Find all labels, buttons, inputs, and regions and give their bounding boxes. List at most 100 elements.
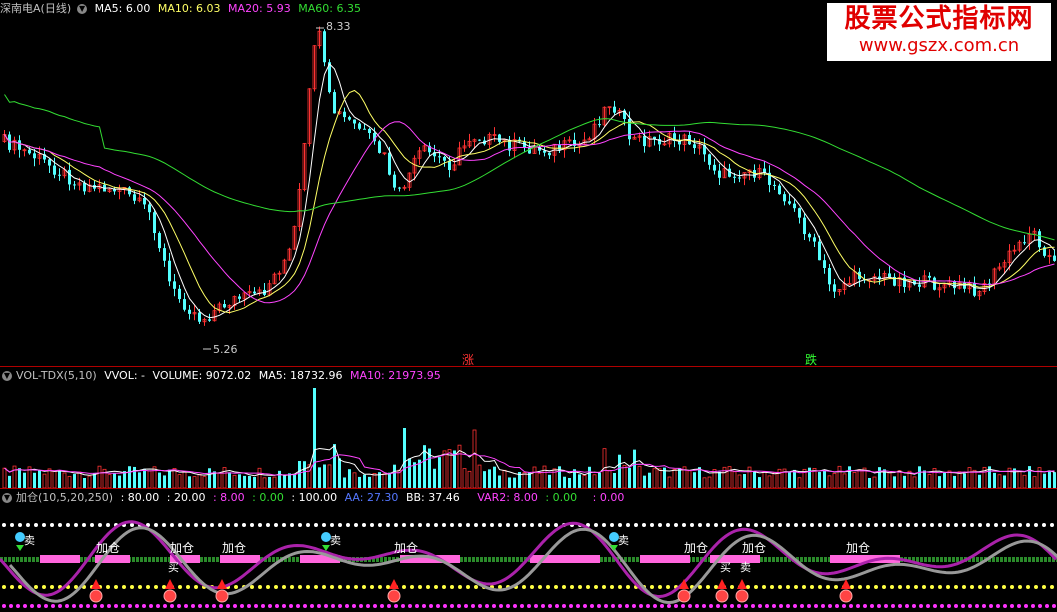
volume-bar: [857, 469, 862, 488]
white-dot: [162, 523, 166, 527]
white-dot: [834, 523, 838, 527]
magenta-dot: [618, 604, 622, 608]
white-dot: [706, 523, 710, 527]
white-dot: [522, 523, 526, 527]
indicator-pane[interactable]: ▼ 加仓(10,5,20,250) : 80.00 : 20.00 : 8.00 …: [0, 489, 1057, 612]
candle-body: [58, 174, 61, 176]
sell-label: 卖: [330, 534, 341, 547]
magenta-dot: [737, 604, 741, 608]
ind-bb: BB: 37.46: [405, 491, 460, 504]
volume-bar: [268, 476, 271, 488]
green-band: [468, 557, 471, 562]
white-dot: [658, 523, 662, 527]
green-band: [200, 557, 203, 562]
candle-body: [798, 208, 801, 218]
white-dot: [994, 523, 998, 527]
yellow-dot: [474, 585, 478, 589]
buy-arrow-icon: [91, 579, 101, 589]
price-chart-pane[interactable]: 深南电A(日线) ▼ MA5: 6.00 MA10: 6.03 MA20: 5.9…: [0, 0, 1057, 366]
green-band: [204, 557, 207, 562]
candle-body: [438, 156, 441, 158]
magenta-dot: [716, 604, 720, 608]
magenta-dot: [975, 604, 979, 608]
white-dot: [58, 523, 62, 527]
magenta-dot: [359, 604, 363, 608]
volume-chart-pane[interactable]: ▼ VOL-TDX(5,10) VVOL: - VOLUME: 9072.02 M…: [0, 367, 1057, 488]
candle-body: [388, 152, 391, 175]
green-band: [296, 557, 299, 562]
yellow-dot: [1034, 585, 1038, 589]
yellow-dot: [298, 585, 302, 589]
chevron-down-icon[interactable]: ▼: [2, 493, 12, 503]
magenta-dot: [793, 604, 797, 608]
magenta-dot: [58, 604, 62, 608]
yellow-dot: [530, 585, 534, 589]
white-dot: [610, 523, 614, 527]
candle-body: [738, 177, 741, 179]
candle-body: [973, 282, 976, 296]
white-dot: [394, 523, 398, 527]
magenta-dot: [317, 604, 321, 608]
magenta-dot: [93, 604, 97, 608]
candle-body: [643, 135, 646, 147]
volume-bar: [718, 471, 721, 488]
green-band: [8, 557, 11, 562]
volume-bar: [1022, 474, 1027, 488]
yellow-dot: [922, 585, 926, 589]
volume-bar: [192, 476, 197, 488]
white-dot: [306, 523, 310, 527]
magenta-dot: [9, 604, 13, 608]
white-dot: [898, 523, 902, 527]
white-dot: [490, 523, 494, 527]
magenta-dot: [625, 604, 629, 608]
magenta-dot: [2, 604, 6, 608]
add-position-label: 加仓: [394, 541, 418, 555]
yellow-dot: [658, 585, 662, 589]
volume-bar: [158, 472, 161, 488]
volume-bar: [622, 464, 627, 488]
volume-bar: [58, 470, 61, 488]
yellow-dot: [786, 585, 790, 589]
volume-bar: [67, 475, 72, 488]
magenta-dot: [821, 604, 825, 608]
white-dot: [698, 523, 702, 527]
white-dot: [42, 523, 46, 527]
volume-bar: [732, 471, 737, 488]
yellow-dot: [250, 585, 254, 589]
vol-ma5-readout: MA5: 18732.96: [258, 369, 343, 382]
chevron-down-icon[interactable]: ▼: [77, 4, 88, 14]
white-dot: [626, 523, 630, 527]
magenta-dot: [240, 604, 244, 608]
volume-bar: [188, 476, 191, 488]
candle-body: [143, 198, 146, 205]
green-band: [500, 557, 503, 562]
magenta-dot: [1038, 604, 1042, 608]
ind-aa: AA: 27.30: [344, 491, 399, 504]
magenta-dot: [23, 604, 27, 608]
magenta-dot: [191, 604, 195, 608]
white-dot: [554, 523, 558, 527]
volume-bar: [318, 467, 321, 488]
volume-bar: [903, 475, 906, 488]
chevron-down-icon[interactable]: ▼: [2, 371, 12, 381]
volume-bar: [2, 467, 7, 488]
white-dot: [34, 523, 38, 527]
green-band: [1000, 557, 1003, 562]
buy-marker: [387, 589, 401, 603]
white-dot: [842, 523, 846, 527]
white-dot: [962, 523, 966, 527]
buy-arrow-icon: [737, 579, 747, 589]
white-dot: [458, 523, 462, 527]
volume-bar: [878, 467, 881, 488]
volume-bar: [772, 472, 777, 488]
green-band: [800, 557, 803, 562]
yellow-dot: [410, 585, 414, 589]
yellow-dot: [618, 585, 622, 589]
white-dot: [738, 523, 742, 527]
volume-bar: [257, 467, 262, 488]
yellow-dot: [466, 585, 470, 589]
volume-bar: [472, 429, 477, 488]
buy-marker: [215, 589, 229, 603]
magenta-dot: [849, 604, 853, 608]
magenta-dot: [387, 604, 391, 608]
